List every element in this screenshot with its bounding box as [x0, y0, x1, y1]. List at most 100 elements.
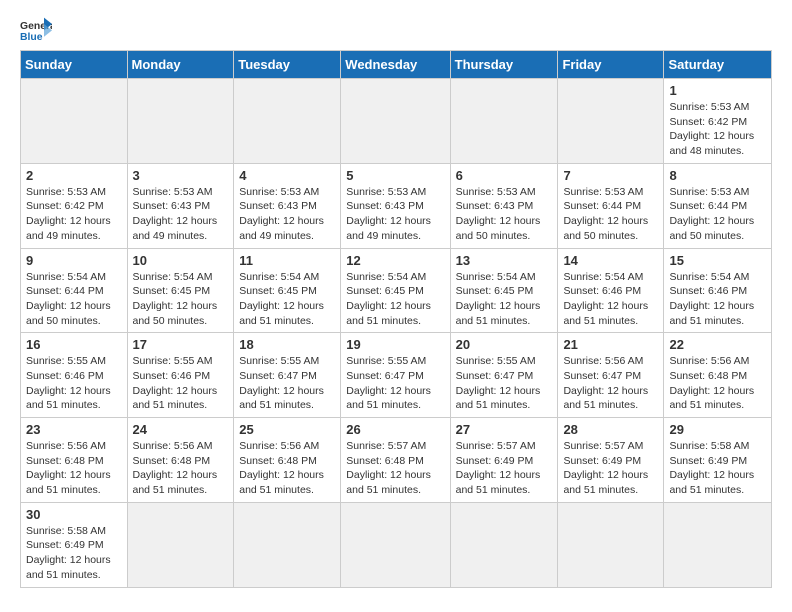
day-info: Sunrise: 5:54 AMSunset: 6:46 PMDaylight:…	[669, 270, 766, 329]
day-info: Sunrise: 5:54 AMSunset: 6:45 PMDaylight:…	[456, 270, 553, 329]
calendar-cell: 20 Sunrise: 5:55 AMSunset: 6:47 PMDayligh…	[450, 333, 558, 418]
calendar-cell	[341, 79, 450, 164]
day-info: Sunrise: 5:55 AMSunset: 6:47 PMDaylight:…	[346, 354, 444, 413]
weekday-header-friday: Friday	[558, 51, 664, 79]
calendar-cell: 10 Sunrise: 5:54 AMSunset: 6:45 PMDayligh…	[127, 248, 234, 333]
weekday-header-tuesday: Tuesday	[234, 51, 341, 79]
svg-text:Blue: Blue	[20, 32, 43, 43]
calendar-cell	[21, 79, 128, 164]
day-number: 21	[563, 337, 658, 352]
day-number: 2	[26, 168, 122, 183]
day-number: 22	[669, 337, 766, 352]
calendar-cell	[558, 79, 664, 164]
calendar-cell: 17 Sunrise: 5:55 AMSunset: 6:46 PMDayligh…	[127, 333, 234, 418]
calendar-cell: 24Sunrise: 5:56 AMSunset: 6:48 PMDayligh…	[127, 418, 234, 503]
calendar-cell: 6 Sunrise: 5:53 AMSunset: 6:43 PMDaylight…	[450, 163, 558, 248]
day-number: 14	[563, 253, 658, 268]
day-number: 16	[26, 337, 122, 352]
day-number: 29	[669, 422, 766, 437]
calendar-cell: 9 Sunrise: 5:54 AMSunset: 6:44 PMDaylight…	[21, 248, 128, 333]
calendar-week-row: 30 Sunrise: 5:58 AMSunset: 6:49 PMDayligh…	[21, 502, 772, 587]
day-info: Sunrise: 5:53 AMSunset: 6:43 PMDaylight:…	[456, 185, 553, 244]
day-number: 8	[669, 168, 766, 183]
day-number: 27	[456, 422, 553, 437]
day-number: 4	[239, 168, 335, 183]
day-info: Sunrise: 5:54 AMSunset: 6:46 PMDaylight:…	[563, 270, 658, 329]
calendar-cell: 4Sunrise: 5:53 AMSunset: 6:43 PMDaylight…	[234, 163, 341, 248]
day-info: Sunrise: 5:56 AMSunset: 6:48 PMDaylight:…	[239, 439, 335, 498]
calendar-cell: 14 Sunrise: 5:54 AMSunset: 6:46 PMDayligh…	[558, 248, 664, 333]
calendar-cell: 8Sunrise: 5:53 AMSunset: 6:44 PMDaylight…	[664, 163, 772, 248]
day-number: 25	[239, 422, 335, 437]
calendar-cell: 27 Sunrise: 5:57 AMSunset: 6:49 PMDayligh…	[450, 418, 558, 503]
day-info: Sunrise: 5:54 AMSunset: 6:45 PMDaylight:…	[133, 270, 229, 329]
day-info: Sunrise: 5:57 AMSunset: 6:49 PMDaylight:…	[456, 439, 553, 498]
day-info: Sunrise: 5:53 AMSunset: 6:43 PMDaylight:…	[133, 185, 229, 244]
day-info: Sunrise: 5:54 AMSunset: 6:45 PMDaylight:…	[346, 270, 444, 329]
day-info: Sunrise: 5:55 AMSunset: 6:47 PMDaylight:…	[456, 354, 553, 413]
day-number: 6	[456, 168, 553, 183]
day-info: Sunrise: 5:58 AMSunset: 6:49 PMDaylight:…	[669, 439, 766, 498]
day-info: Sunrise: 5:56 AMSunset: 6:48 PMDaylight:…	[133, 439, 229, 498]
day-number: 26	[346, 422, 444, 437]
calendar-cell: 16 Sunrise: 5:55 AMSunset: 6:46 PMDayligh…	[21, 333, 128, 418]
day-info: Sunrise: 5:56 AMSunset: 6:47 PMDaylight:…	[563, 354, 658, 413]
logo-icon: General Blue	[20, 16, 52, 44]
day-number: 1	[669, 83, 766, 98]
logo: General Blue	[20, 16, 52, 44]
calendar-cell	[558, 502, 664, 587]
weekday-header-thursday: Thursday	[450, 51, 558, 79]
day-number: 30	[26, 507, 122, 522]
calendar-cell: 29 Sunrise: 5:58 AMSunset: 6:49 PMDayligh…	[664, 418, 772, 503]
day-number: 23	[26, 422, 122, 437]
day-number: 20	[456, 337, 553, 352]
calendar-cell: 19 Sunrise: 5:55 AMSunset: 6:47 PMDayligh…	[341, 333, 450, 418]
calendar-cell: 22 Sunrise: 5:56 AMSunset: 6:48 PMDayligh…	[664, 333, 772, 418]
day-info: Sunrise: 5:55 AMSunset: 6:46 PMDaylight:…	[26, 354, 122, 413]
calendar-week-row: 2 Sunrise: 5:53 AMSunset: 6:42 PMDaylight…	[21, 163, 772, 248]
day-info: Sunrise: 5:54 AMSunset: 6:44 PMDaylight:…	[26, 270, 122, 329]
day-number: 15	[669, 253, 766, 268]
calendar-cell: 7 Sunrise: 5:53 AMSunset: 6:44 PMDaylight…	[558, 163, 664, 248]
calendar-cell	[450, 79, 558, 164]
day-info: Sunrise: 5:53 AMSunset: 6:44 PMDaylight:…	[563, 185, 658, 244]
weekday-header-row: SundayMondayTuesdayWednesdayThursdayFrid…	[21, 51, 772, 79]
day-info: Sunrise: 5:53 AMSunset: 6:42 PMDaylight:…	[669, 100, 766, 159]
calendar-week-row: 16 Sunrise: 5:55 AMSunset: 6:46 PMDayligh…	[21, 333, 772, 418]
day-number: 9	[26, 253, 122, 268]
day-number: 17	[133, 337, 229, 352]
weekday-header-saturday: Saturday	[664, 51, 772, 79]
calendar-cell: 1 Sunrise: 5:53 AMSunset: 6:42 PMDaylight…	[664, 79, 772, 164]
calendar-cell: 13 Sunrise: 5:54 AMSunset: 6:45 PMDayligh…	[450, 248, 558, 333]
calendar-cell: 26 Sunrise: 5:57 AMSunset: 6:48 PMDayligh…	[341, 418, 450, 503]
day-info: Sunrise: 5:57 AMSunset: 6:49 PMDaylight:…	[563, 439, 658, 498]
day-info: Sunrise: 5:56 AMSunset: 6:48 PMDaylight:…	[669, 354, 766, 413]
day-info: Sunrise: 5:53 AMSunset: 6:42 PMDaylight:…	[26, 185, 122, 244]
day-number: 10	[133, 253, 229, 268]
day-info: Sunrise: 5:54 AMSunset: 6:45 PMDaylight:…	[239, 270, 335, 329]
calendar-cell: 15 Sunrise: 5:54 AMSunset: 6:46 PMDayligh…	[664, 248, 772, 333]
day-number: 11	[239, 253, 335, 268]
day-number: 7	[563, 168, 658, 183]
day-info: Sunrise: 5:55 AMSunset: 6:46 PMDaylight:…	[133, 354, 229, 413]
calendar-cell	[234, 502, 341, 587]
calendar-cell	[127, 79, 234, 164]
calendar-cell: 3Sunrise: 5:53 AMSunset: 6:43 PMDaylight…	[127, 163, 234, 248]
calendar-cell	[127, 502, 234, 587]
day-number: 18	[239, 337, 335, 352]
calendar-cell: 11 Sunrise: 5:54 AMSunset: 6:45 PMDayligh…	[234, 248, 341, 333]
weekday-header-wednesday: Wednesday	[341, 51, 450, 79]
day-number: 13	[456, 253, 553, 268]
day-number: 5	[346, 168, 444, 183]
day-number: 12	[346, 253, 444, 268]
day-info: Sunrise: 5:53 AMSunset: 6:43 PMDaylight:…	[346, 185, 444, 244]
day-number: 19	[346, 337, 444, 352]
day-info: Sunrise: 5:55 AMSunset: 6:47 PMDaylight:…	[239, 354, 335, 413]
page-header: General Blue	[20, 16, 772, 44]
calendar-cell: 18 Sunrise: 5:55 AMSunset: 6:47 PMDayligh…	[234, 333, 341, 418]
calendar-table: SundayMondayTuesdayWednesdayThursdayFrid…	[20, 50, 772, 588]
day-info: Sunrise: 5:58 AMSunset: 6:49 PMDaylight:…	[26, 524, 122, 583]
calendar-week-row: 1 Sunrise: 5:53 AMSunset: 6:42 PMDaylight…	[21, 79, 772, 164]
calendar-week-row: 9 Sunrise: 5:54 AMSunset: 6:44 PMDaylight…	[21, 248, 772, 333]
day-info: Sunrise: 5:57 AMSunset: 6:48 PMDaylight:…	[346, 439, 444, 498]
